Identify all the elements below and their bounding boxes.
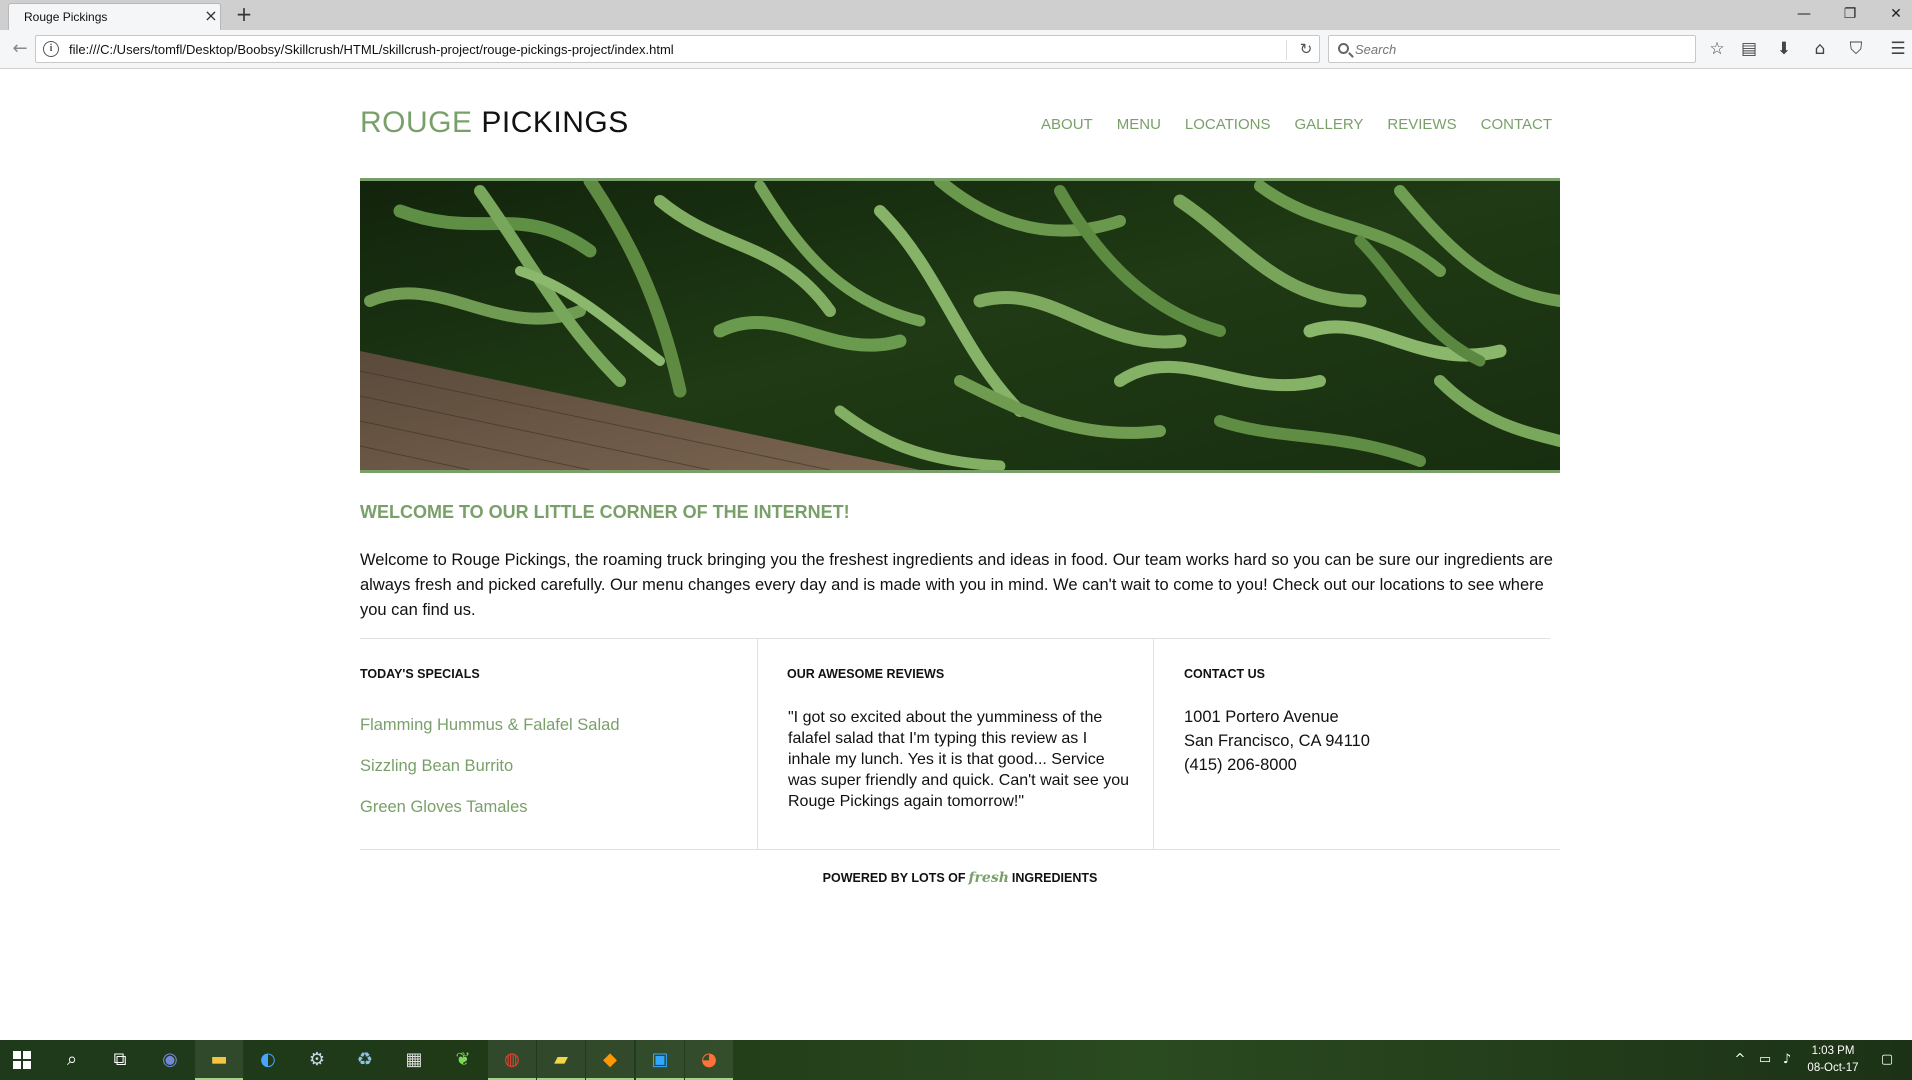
- welcome-heading: WELCOME TO OUR LITTLE CORNER OF THE INTE…: [360, 502, 850, 522]
- columns-top-divider: [360, 638, 1550, 639]
- review-quote: "I got so excited about the yumminess of…: [788, 709, 1130, 810]
- start-button[interactable]: [0, 1040, 48, 1080]
- nav-link-about[interactable]: ABOUT: [1041, 116, 1093, 133]
- steam-icon[interactable]: ⚙: [293, 1040, 341, 1080]
- clock-date: 08-Oct-17: [1807, 1062, 1859, 1074]
- nav-link-menu[interactable]: MENU: [1117, 116, 1161, 133]
- contact-heading: CONTACT US: [1184, 667, 1266, 681]
- address-bar[interactable]: i file:///C:/Users/tomfl/Desktop/Boobsy/…: [35, 35, 1320, 63]
- pocket-icon[interactable]: ⛉: [1845, 38, 1867, 60]
- contact-address-line-1: 1001 Portero Avenue: [1184, 708, 1339, 726]
- column-divider-1: [757, 638, 758, 849]
- app-icon[interactable]: ◐: [244, 1040, 292, 1080]
- special-item-2[interactable]: Sizzling Bean Burrito: [360, 757, 513, 776]
- site-info-icon[interactable]: i: [43, 41, 59, 57]
- calculator-icon[interactable]: ▦: [390, 1040, 438, 1080]
- special-item-3[interactable]: Green Gloves Tamales: [360, 798, 528, 817]
- footer-prefix: POWERED BY LOTS OF: [822, 871, 966, 885]
- browser-tab-strip: Rouge Pickings × + — ❐ ✕: [0, 0, 1912, 30]
- back-arrow-icon[interactable]: ←: [10, 39, 30, 59]
- close-window-button[interactable]: ✕: [1873, 0, 1912, 30]
- photoshop-icon[interactable]: ▣: [636, 1040, 684, 1080]
- tab-title: Rouge Pickings: [24, 10, 108, 24]
- menu-hamburger-icon[interactable]: ☰: [1887, 38, 1909, 60]
- columns-bottom-divider: [360, 849, 1560, 850]
- address-bar-divider: [1286, 40, 1287, 60]
- logo-word-rouge: ROUGE: [360, 106, 473, 139]
- restore-window-button[interactable]: ❐: [1827, 0, 1873, 30]
- windows-logo-icon: [13, 1051, 31, 1069]
- contact-phone: (415) 206-8000: [1184, 756, 1297, 774]
- discord-icon[interactable]: ◉: [146, 1040, 194, 1080]
- network-icon[interactable]: ▭: [1756, 1051, 1774, 1069]
- browser-navigation-bar: ← i file:///C:/Users/tomfl/Desktop/Boobs…: [0, 30, 1912, 69]
- windows-taskbar: ⌕ ⧉ ◉ ▬ ◐ ⚙ ♻ ▦ ❦ ◍ ▰ ◆ ▣ ◕ ^ ▭ ♪ 1:03 P…: [0, 1040, 1912, 1080]
- nav-link-gallery[interactable]: GALLERY: [1294, 116, 1363, 133]
- chrome-icon[interactable]: ◍: [488, 1040, 536, 1080]
- minimize-window-button[interactable]: —: [1781, 0, 1827, 30]
- special-item-1[interactable]: Flamming Hummus & Falafel Salad: [360, 716, 620, 735]
- column-divider-2: [1153, 638, 1154, 849]
- footer-fresh-script: fresh: [968, 870, 1009, 886]
- site-footer: POWERED BY LOTS OF fresh INGREDIENTS: [360, 870, 1560, 886]
- sublime-text-icon[interactable]: ◆: [586, 1040, 634, 1080]
- search-input[interactable]: [1355, 42, 1675, 57]
- file-explorer-icon[interactable]: ▬: [195, 1040, 243, 1080]
- search-box[interactable]: [1328, 35, 1696, 63]
- action-center-icon[interactable]: ▢: [1878, 1051, 1896, 1069]
- clock-time: 1:03 PM: [1811, 1045, 1855, 1057]
- main-navigation: ABOUT MENU LOCATIONS GALLERY REVIEWS CON…: [1041, 116, 1552, 133]
- web-page: ROUGE PICKINGS ABOUT MENU LOCATIONS GALL…: [0, 70, 1912, 1040]
- footer-suffix: INGREDIENTS: [1011, 871, 1098, 885]
- show-hidden-icons-chevron-icon[interactable]: ^: [1731, 1051, 1749, 1069]
- browser-tab[interactable]: Rouge Pickings ×: [8, 3, 221, 30]
- welcome-paragraph: Welcome to Rouge Pickings, the roaming t…: [360, 551, 1553, 619]
- nav-link-reviews[interactable]: REVIEWS: [1387, 116, 1456, 133]
- search-taskbar-icon[interactable]: ⌕: [48, 1040, 96, 1080]
- reviews-heading: OUR AWESOME REVIEWS: [787, 667, 945, 681]
- url-text[interactable]: file:///C:/Users/tomfl/Desktop/Boobsy/Sk…: [69, 42, 674, 57]
- reload-icon[interactable]: ↻: [1297, 40, 1315, 58]
- task-view-icon[interactable]: ⧉: [96, 1040, 144, 1080]
- hero-green-beans-image: [360, 178, 1560, 473]
- firefox-icon[interactable]: ◕: [685, 1040, 733, 1080]
- site-logo[interactable]: ROUGE PICKINGS: [360, 106, 629, 140]
- close-tab-icon[interactable]: ×: [203, 8, 219, 24]
- new-tab-icon[interactable]: +: [234, 4, 254, 24]
- leaf-app-icon[interactable]: ❦: [439, 1040, 487, 1080]
- logo-word-pickings: PICKINGS: [481, 106, 629, 139]
- sticky-notes-icon[interactable]: ▰: [537, 1040, 585, 1080]
- search-icon: [1338, 43, 1349, 54]
- home-icon[interactable]: ⌂: [1809, 38, 1831, 60]
- taskbar-clock[interactable]: 1:03 PM 08-Oct-17: [1798, 1043, 1868, 1077]
- downloads-icon[interactable]: ⬇: [1773, 38, 1795, 60]
- nav-link-contact[interactable]: CONTACT: [1481, 116, 1552, 133]
- volume-icon[interactable]: ♪: [1778, 1051, 1796, 1069]
- green-beans-illustration: [360, 181, 1560, 470]
- contact-address-line-2: San Francisco, CA 94110: [1184, 732, 1370, 750]
- specials-heading: TODAY'S SPECIALS: [360, 667, 480, 681]
- bookmarks-library-icon[interactable]: ▤: [1738, 38, 1760, 60]
- bookmark-star-icon[interactable]: ☆: [1706, 38, 1728, 60]
- nav-link-locations[interactable]: LOCATIONS: [1185, 116, 1271, 133]
- recycle-app-icon[interactable]: ♻: [341, 1040, 389, 1080]
